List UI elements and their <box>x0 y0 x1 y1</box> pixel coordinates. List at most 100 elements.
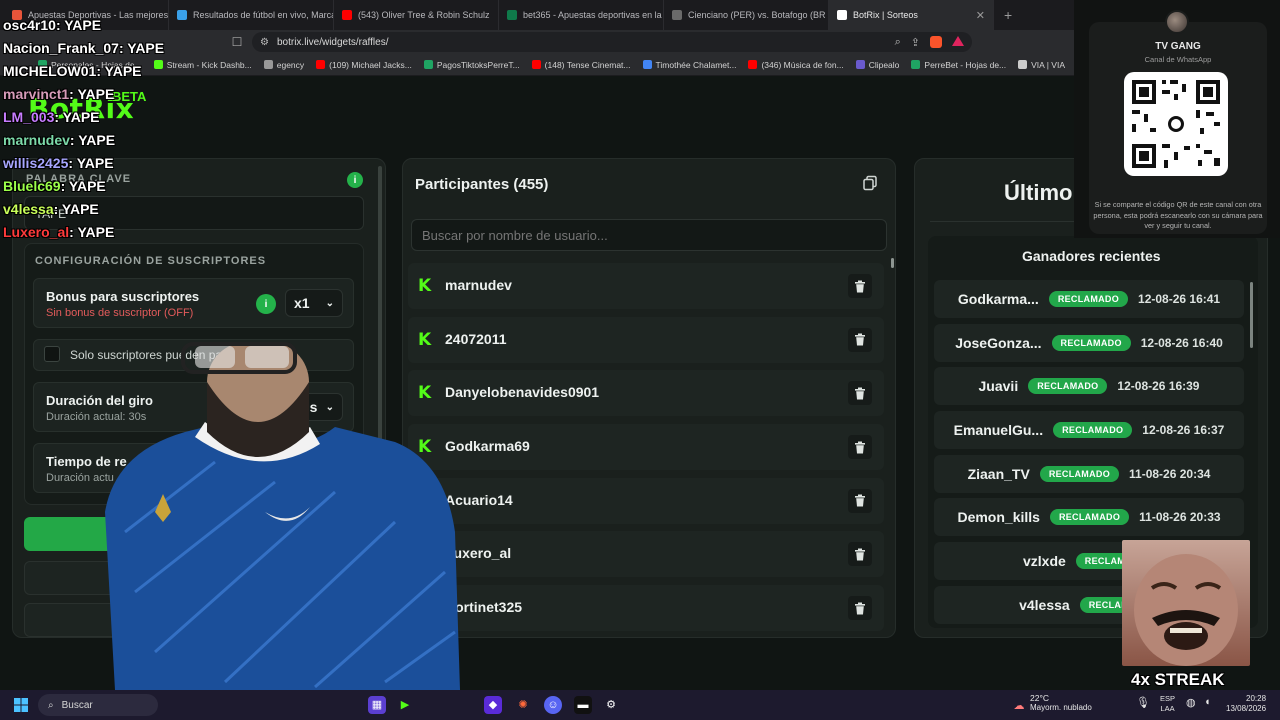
whatsapp-channel-name: TV GANG <box>1155 41 1201 52</box>
winner-username: vzlxde <box>1022 553 1066 570</box>
meme-face-image <box>1122 540 1250 666</box>
winner-date: 12-08-26 16:39 <box>1117 379 1200 394</box>
bookmark-label: (109) Michael Jacks... <box>329 59 412 70</box>
winner-date: 12-08-26 16:41 <box>1138 292 1221 306</box>
bookmark-favicon-icon <box>531 60 541 69</box>
discord-icon[interactable]: ☺ <box>544 696 562 714</box>
chat-username: v4lessa <box>3 201 54 217</box>
zoom-icon[interactable]: ⌕ <box>895 36 901 49</box>
stream-chat-overlay: osc4r10: YAPE Nacion_Frank_07: YAPE MICHEL… <box>3 15 164 245</box>
winner-row: Godkarma... RECLAMADO 12-08-26 16:41 <box>934 280 1244 318</box>
bookmark-item[interactable]: (109) Michael Jacks... <box>316 60 412 70</box>
network-icon[interactable]: ◍ <box>1186 696 1196 709</box>
bookmark-favicon-icon <box>748 60 758 69</box>
chat-separator: : <box>96 63 105 79</box>
bookmark-item[interactable]: PerreBet - Hojas de... <box>911 60 1006 70</box>
winners-scrollbar[interactable] <box>1250 282 1253 348</box>
browser-tab[interactable]: BotRix | Sorteos ✕ <box>829 0 994 30</box>
trash-icon[interactable] <box>848 327 872 352</box>
app-icon[interactable]: ◆ <box>484 696 502 714</box>
browser-tab[interactable]: (543) Oliver Tree & Robin Schulz <box>334 0 499 30</box>
search-icon: ⌕ <box>48 699 54 711</box>
weather-desc: Mayorm. nublado <box>1030 703 1092 712</box>
screen: Apuestas Deportivas - Las mejores a Resul… <box>0 0 1280 720</box>
browser-tab[interactable]: Cienciano (PER) vs. Botafogo (BR <box>664 0 829 30</box>
bookmark-item[interactable]: Timothée Chalamet... <box>642 60 736 70</box>
brave-shield-icon[interactable] <box>930 35 942 48</box>
bookmark-item[interactable]: (346) Música de fon... <box>748 60 844 70</box>
recent-winners-title: Ganadores recientes <box>1022 248 1161 264</box>
chat-username: osc4r10 <box>3 17 56 33</box>
taskbar-clock[interactable]: 20:28 13/08/2026 <box>1226 694 1266 714</box>
windows-start-icon[interactable] <box>14 698 28 712</box>
whatsapp-note: Si se comparte el código QR de este cana… <box>1093 200 1263 230</box>
trash-icon[interactable] <box>848 542 872 567</box>
only-subs-checkbox[interactable] <box>44 346 60 362</box>
url-field[interactable]: ⚙ botrix.live/widgets/raffles/ ⌕ ⇪ <box>252 32 972 52</box>
bonus-multiplier-select[interactable]: x1 ⌄ <box>285 289 343 317</box>
keyword-info-icon[interactable]: i <box>347 172 363 188</box>
claimed-badge: RECLAMADO <box>1051 334 1131 351</box>
chat-separator: : <box>60 178 69 194</box>
browser-tab[interactable]: bet365 - Apuestas deportivas en la r <box>499 0 664 30</box>
bonus-title: Bonus para suscriptores <box>46 289 200 304</box>
new-tab-button[interactable]: + <box>994 7 1022 23</box>
microphone-icon[interactable]: 🎙 <box>1136 696 1150 709</box>
chat-text: YAPE <box>77 224 115 240</box>
winner-row: JoseGonza... RECLAMADO 12-08-26 16:40 <box>934 323 1244 362</box>
winner-row: EmanuelGu... RECLAMADO 12-08-26 16:37 <box>934 411 1244 450</box>
bookmark-item[interactable]: Stream - Kick Dashb... <box>153 60 252 70</box>
kick-app-icon[interactable]: ▶ <box>396 696 414 714</box>
trash-icon[interactable] <box>848 381 872 406</box>
bonus-info-icon[interactable]: i <box>256 294 276 314</box>
bookmark-favicon-icon <box>263 60 273 69</box>
trash-icon[interactable] <box>848 488 872 513</box>
participant-search-input[interactable] <box>411 219 887 251</box>
share-icon[interactable]: ⇪ <box>911 36 920 49</box>
chat-text: YAPE <box>68 178 106 194</box>
bookmark-label: (148) Tense Cinemat... <box>544 59 631 70</box>
bookmark-item[interactable]: egency <box>263 60 304 70</box>
settings-gear-icon[interactable]: ⚙ <box>602 696 620 714</box>
chat-message: marvinct1: YAPE <box>3 84 164 107</box>
clock-date: 13/08/2026 <box>1226 704 1267 713</box>
chat-message: MICHELOW01: YAPE <box>3 61 164 84</box>
bookmark-favicon-icon <box>911 60 921 69</box>
terminal-icon[interactable]: ▬ <box>574 696 592 714</box>
trash-icon[interactable] <box>848 435 872 460</box>
app-grid-icon[interactable]: ▦ <box>368 696 386 714</box>
trash-icon[interactable] <box>848 274 872 298</box>
chat-message: Bluelc69: YAPE <box>3 176 164 199</box>
rewards-icon[interactable] <box>952 35 964 46</box>
copy-icon[interactable] <box>858 171 882 195</box>
bonus-status: Sin bonus de suscriptor (OFF) <box>46 307 194 319</box>
chat-separator: : <box>54 109 63 125</box>
sun-app-icon[interactable]: ✺ <box>514 696 532 714</box>
trash-icon[interactable] <box>848 596 872 621</box>
browser-tab[interactable]: Resultados de fútbol en vivo, Marcad <box>169 0 334 30</box>
claimed-badge: RECLAMADO <box>1039 465 1120 482</box>
bookmark-item[interactable]: Clipealo <box>855 60 899 70</box>
volume-icon[interactable]: ◖ <box>1204 696 1211 708</box>
bookmark-item[interactable]: (148) Tense Cinemat... <box>531 59 631 70</box>
chat-username: LM_003 <box>3 109 55 125</box>
chat-text: YAPE <box>62 109 100 125</box>
close-tab-icon[interactable]: ✕ <box>976 9 985 22</box>
tab-favicon-icon <box>177 10 187 20</box>
qr-code <box>1124 72 1228 176</box>
bookmark-icon[interactable]: ☐ <box>225 35 249 49</box>
subscriber-section-title: CONFIGURACIÓN DE SUSCRIPTORES <box>35 255 267 267</box>
bookmark-item[interactable]: VIA | VIA <box>1018 60 1065 70</box>
participant-name: marnudev <box>445 277 512 293</box>
chat-message: Nacion_Frank_07: YAPE <box>3 38 164 61</box>
claimed-badge: RECLAMADO <box>1049 509 1130 526</box>
participants-scrollbar[interactable] <box>891 258 894 268</box>
site-info-icon[interactable]: ⚙ <box>260 37 269 48</box>
weather-widget[interactable]: 22°C Mayorm. nublado <box>1030 693 1092 713</box>
winner-row: Juavii RECLAMADO 12-08-26 16:39 <box>934 367 1244 406</box>
taskbar-search[interactable]: ⌕ Buscar <box>38 694 158 716</box>
channel-avatar <box>1165 10 1189 34</box>
bookmark-item[interactable]: PagosTiktoksPerreT... <box>423 60 520 70</box>
language-indicator[interactable]: ESP LAA <box>1160 694 1175 714</box>
taskbar-search-label: Buscar <box>61 699 93 711</box>
